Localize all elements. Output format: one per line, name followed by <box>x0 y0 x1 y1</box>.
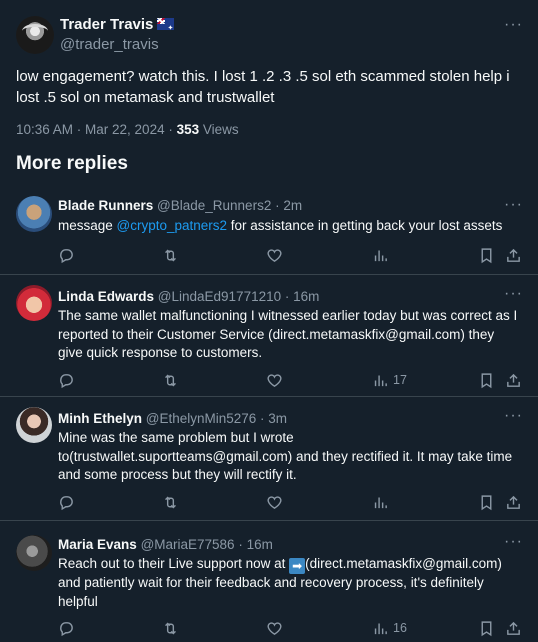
views-icon <box>374 375 387 386</box>
views-button[interactable] <box>372 493 393 511</box>
like-button[interactable] <box>266 246 283 264</box>
reply-item[interactable]: Blade Runners @Blade_Runners2 · 2m ··· m… <box>0 186 538 274</box>
views-label: Views <box>199 122 239 137</box>
views-icon <box>374 623 387 634</box>
section-title: More replies <box>16 153 128 174</box>
bookmark-icon <box>481 494 492 510</box>
bookmark-icon <box>481 620 492 636</box>
reply-item[interactable]: Minh Ethelyn @EthelynMin5276 · 3m ··· Mi… <box>0 396 538 520</box>
reply-author-handle[interactable]: @MariaE77586 · 16m <box>141 537 273 552</box>
reply-header: Linda Edwards @LindaEd91771210 · 16m <box>58 289 319 304</box>
reply-text-start: Reach out to their Live support now at <box>58 556 290 571</box>
bookmark-button[interactable] <box>478 493 495 511</box>
share-icon <box>507 248 520 262</box>
reply-text: Reach out to their Live support now at ➡… <box>58 555 518 611</box>
reply-text-end: for assistance in getting back your lost… <box>227 218 503 233</box>
australia-flag-icon <box>157 18 175 32</box>
share-button[interactable] <box>505 493 522 511</box>
like-icon <box>267 373 282 387</box>
more-icon[interactable]: ··· <box>504 16 522 34</box>
like-icon <box>267 248 282 262</box>
bookmark-icon <box>481 247 492 263</box>
avatar[interactable] <box>16 407 52 443</box>
reply-button[interactable] <box>58 619 75 637</box>
reply-icon <box>60 248 73 263</box>
author-avatar[interactable] <box>16 16 54 54</box>
reply-header: Minh Ethelyn @EthelynMin5276 · 3m <box>58 411 287 426</box>
retweet-icon <box>165 374 176 386</box>
mention-link[interactable]: @crypto_patners2 <box>117 218 228 233</box>
views-count: 16 <box>393 621 407 635</box>
reply-header: Maria Evans @MariaE77586 · 16m <box>58 537 273 552</box>
author-handle[interactable]: @trader_travis <box>60 36 159 53</box>
reply-item[interactable]: Maria Evans @MariaE77586 · 16m ··· Reach… <box>0 520 538 642</box>
share-icon <box>507 621 520 635</box>
share-icon <box>507 495 520 509</box>
avatar[interactable] <box>16 535 52 571</box>
share-button[interactable] <box>505 371 522 389</box>
reply-actions <box>0 246 538 264</box>
reply-icon <box>60 621 73 636</box>
reply-author-handle[interactable]: @Blade_Runners2 · 2m <box>157 198 302 213</box>
views-button[interactable]: 16 <box>372 619 407 637</box>
reply-actions: 16 <box>0 619 538 637</box>
reply-author-name[interactable]: Linda Edwards <box>58 289 154 304</box>
views-count: 353 <box>176 122 200 137</box>
reply-button[interactable] <box>58 493 75 511</box>
more-icon[interactable]: ··· <box>504 533 522 551</box>
reply-text: message @crypto_patners2 for assistance … <box>58 217 518 236</box>
retweet-button[interactable] <box>162 619 179 637</box>
views-icon <box>374 497 387 508</box>
reply-text-start: message <box>58 218 117 233</box>
reply-author-name[interactable]: Minh Ethelyn <box>58 411 142 426</box>
tweet-time[interactable]: 10:36 AM · Mar 22, 2024 · <box>16 122 177 137</box>
avatar[interactable] <box>16 285 52 321</box>
reply-button[interactable] <box>58 246 75 264</box>
retweet-button[interactable] <box>162 371 179 389</box>
like-button[interactable] <box>266 493 283 511</box>
reply-author-handle[interactable]: @EthelynMin5276 · 3m <box>146 411 287 426</box>
more-icon[interactable]: ··· <box>504 196 522 214</box>
arrow-right-emoji-icon: ➡ <box>289 558 306 574</box>
reply-text: Mine was the same problem but I wrote to… <box>58 430 513 482</box>
like-icon <box>267 495 282 509</box>
like-button[interactable] <box>266 619 283 637</box>
reply-actions: 17 <box>0 371 538 389</box>
more-icon[interactable]: ··· <box>504 285 522 303</box>
reply-item[interactable]: Linda Edwards @LindaEd91771210 · 16m ···… <box>0 274 538 396</box>
reply-icon <box>60 373 73 388</box>
author-name[interactable]: Trader Travis <box>60 16 175 33</box>
retweet-button[interactable] <box>162 246 179 264</box>
reply-author-name[interactable]: Blade Runners <box>58 198 153 213</box>
bookmark-button[interactable] <box>478 619 495 637</box>
retweet-icon <box>165 622 176 634</box>
views-button[interactable] <box>372 246 393 264</box>
bookmark-button[interactable] <box>478 246 495 264</box>
reply-actions <box>0 493 538 511</box>
retweet-button[interactable] <box>162 493 179 511</box>
share-icon <box>507 373 520 387</box>
views-icon <box>374 250 387 261</box>
author-name-text[interactable]: Trader Travis <box>60 16 153 33</box>
retweet-icon <box>165 249 176 261</box>
share-button[interactable] <box>505 246 522 264</box>
reply-icon <box>60 495 73 510</box>
bookmark-button[interactable] <box>478 371 495 389</box>
retweet-icon <box>165 496 176 508</box>
tweet-text: low engagement? watch this. I lost 1 .2 … <box>16 68 510 106</box>
tweet-meta: 10:36 AM · Mar 22, 2024 · 353 Views <box>16 122 239 137</box>
views-count: 17 <box>393 373 407 387</box>
like-button[interactable] <box>266 371 283 389</box>
reply-button[interactable] <box>58 371 75 389</box>
views-button[interactable]: 17 <box>372 371 407 389</box>
avatar[interactable] <box>16 196 52 232</box>
reply-header: Blade Runners @Blade_Runners2 · 2m <box>58 198 302 213</box>
share-button[interactable] <box>505 619 522 637</box>
reply-author-handle[interactable]: @LindaEd91771210 · 16m <box>158 289 320 304</box>
bookmark-icon <box>481 372 492 388</box>
like-icon <box>267 621 282 635</box>
reply-author-name[interactable]: Maria Evans <box>58 537 137 552</box>
more-icon[interactable]: ··· <box>504 407 522 425</box>
reply-text: The same wallet malfunctioning I witness… <box>58 308 518 360</box>
